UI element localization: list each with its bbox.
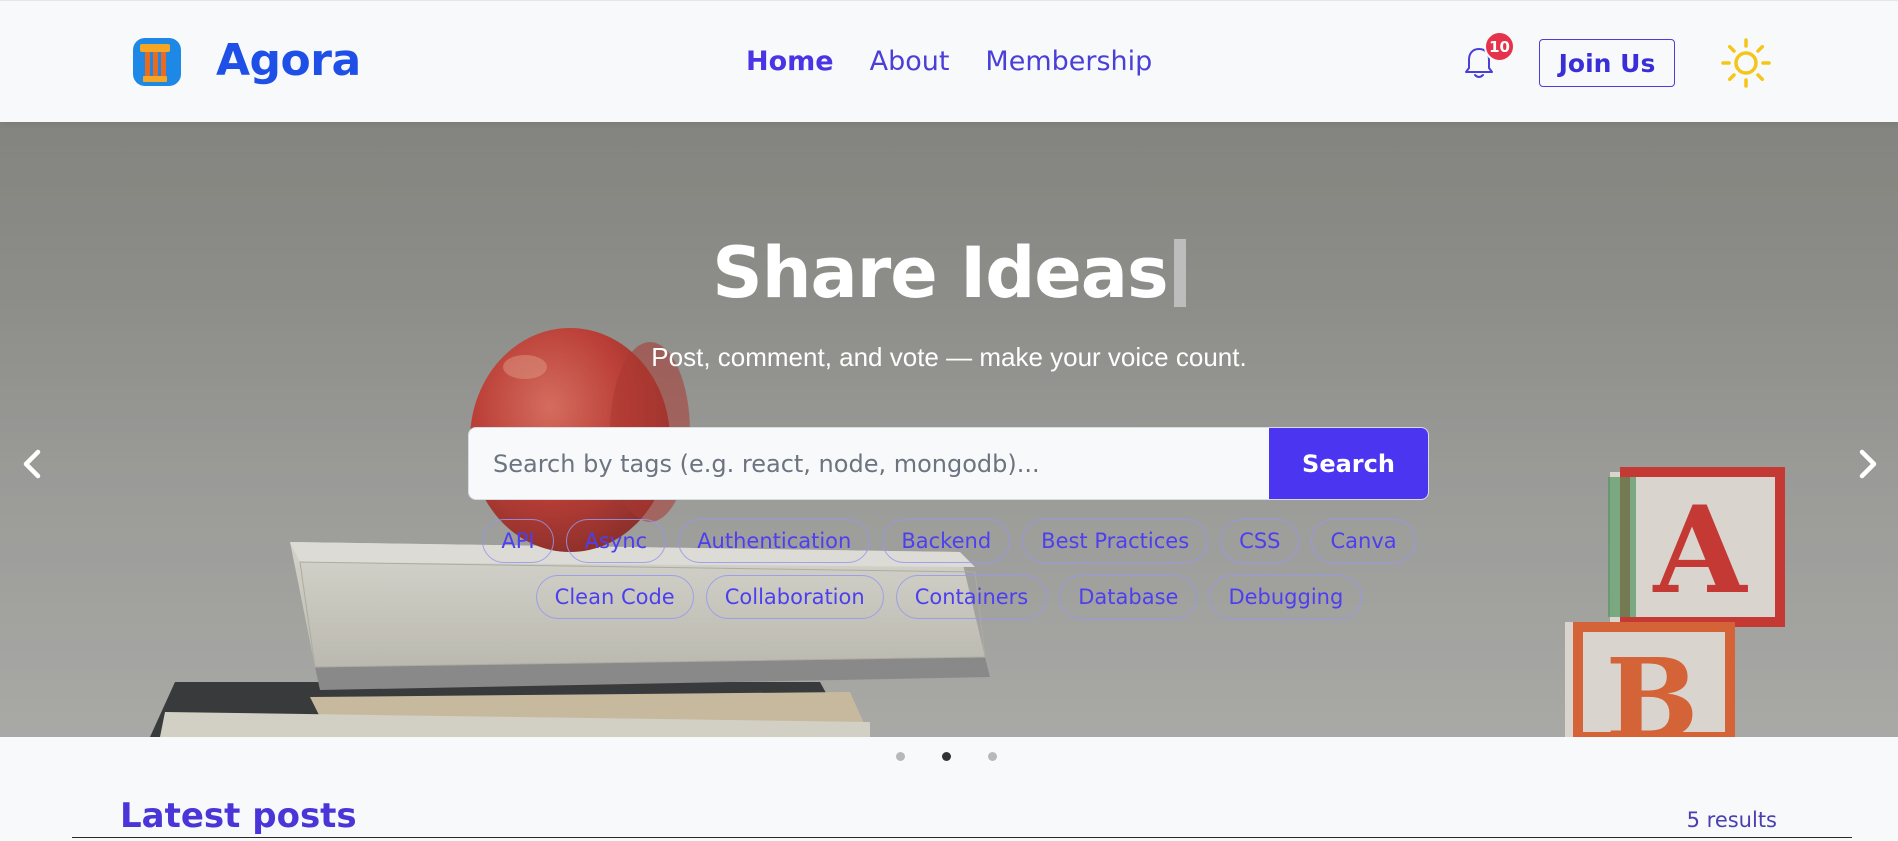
hero-title: Share Ideas <box>0 232 1898 314</box>
carousel-dot[interactable] <box>896 752 905 761</box>
tag-chip[interactable]: API <box>482 519 554 563</box>
tag-chip[interactable]: CSS <box>1220 519 1300 563</box>
hero-subtitle: Post, comment, and vote — make your voic… <box>651 342 1247 372</box>
nav-membership[interactable]: Membership <box>985 43 1152 81</box>
join-us-button[interactable]: Join Us <box>1539 39 1675 87</box>
carousel-dot-active[interactable] <box>942 752 951 761</box>
brand-name[interactable]: Agora <box>216 33 361 89</box>
tag-chip[interactable]: Containers <box>895 575 1048 619</box>
latest-posts-heading: Latest posts <box>120 796 357 836</box>
logo-icon[interactable] <box>133 38 181 86</box>
hero-title-text: Share Ideas <box>712 232 1168 314</box>
results-count: 5 results <box>1686 808 1777 832</box>
tag-chip[interactable]: Database <box>1059 575 1198 619</box>
carousel-dot[interactable] <box>988 752 997 761</box>
tag-chip[interactable]: Clean Code <box>535 575 694 619</box>
tag-chip[interactable]: Debugging <box>1209 575 1363 619</box>
section-divider <box>72 837 1852 838</box>
main-nav: Home About Membership <box>746 43 1152 81</box>
chevron-left-icon[interactable] <box>12 442 52 486</box>
sun-icon[interactable] <box>1720 37 1772 89</box>
carousel-dots <box>896 752 997 761</box>
tag-list: API Async Authentication Backend Best Pr… <box>0 519 1898 619</box>
chevron-right-icon[interactable] <box>1848 442 1888 486</box>
top-header: Agora Home About Membership 10 Join Us <box>0 0 1898 122</box>
hero-carousel: A B Share Ideas Post, comment, and vote … <box>0 122 1898 737</box>
nav-home[interactable]: Home <box>746 43 834 81</box>
tag-chip[interactable]: Async <box>565 519 667 563</box>
nav-about[interactable]: About <box>870 43 950 81</box>
search-button[interactable]: Search <box>1269 428 1428 499</box>
search-input[interactable] <box>469 428 1269 499</box>
tag-chip[interactable]: Collaboration <box>705 575 884 619</box>
tag-chip[interactable]: Canva <box>1311 519 1416 563</box>
typing-caret <box>1173 239 1186 307</box>
tag-chip[interactable]: Backend <box>882 519 1011 563</box>
search-bar: Search <box>468 427 1429 500</box>
notification-badge: 10 <box>1484 31 1515 62</box>
tag-chip[interactable]: Best Practices <box>1022 519 1209 563</box>
tag-chip[interactable]: Authentication <box>678 519 871 563</box>
